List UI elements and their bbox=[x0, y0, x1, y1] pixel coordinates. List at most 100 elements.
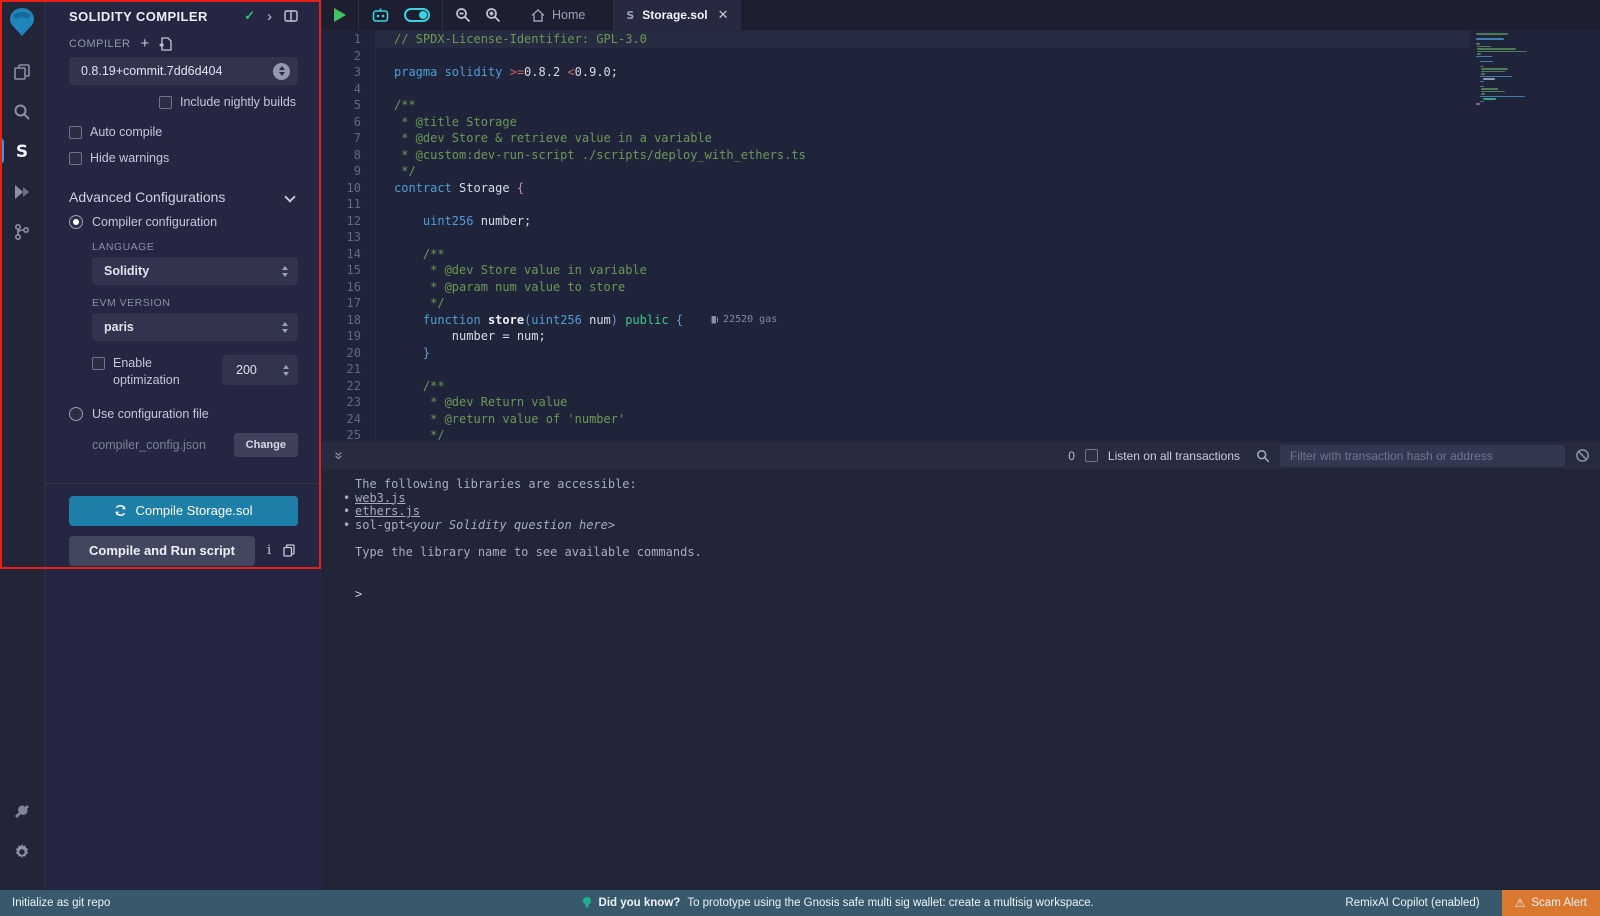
code-line: 25 */ bbox=[322, 427, 1470, 442]
include-nightly-label: Include nightly builds bbox=[180, 95, 296, 109]
enable-optimization-row[interactable]: Enable optimization bbox=[92, 355, 193, 389]
version-stepper-icon bbox=[273, 63, 290, 80]
collapse-terminal-icon[interactable]: » bbox=[331, 449, 348, 463]
include-nightly-checkbox[interactable] bbox=[159, 96, 172, 109]
advanced-configurations-header[interactable]: Advanced Configurations bbox=[69, 189, 298, 205]
auto-compile-checkbox-row[interactable]: Auto compile bbox=[69, 125, 298, 139]
file-explorer-icon[interactable] bbox=[0, 52, 45, 92]
code-line: 17 */ bbox=[322, 295, 1470, 312]
collapse-panel-icon[interactable]: › bbox=[267, 9, 272, 24]
number-stepper-icon[interactable] bbox=[283, 365, 289, 376]
solidity-file-icon: S bbox=[626, 9, 634, 22]
listen-all-transactions-checkbox[interactable] bbox=[1085, 449, 1098, 462]
code-line: 3pragma solidity >=0.8.2 <0.9.0; bbox=[322, 64, 1470, 81]
transaction-filter-input[interactable] bbox=[1280, 445, 1565, 467]
code-line: 10contract Storage { bbox=[322, 180, 1470, 197]
terminal-prompt[interactable]: > bbox=[355, 588, 1600, 602]
compiler-configuration-radio-row[interactable]: Compiler configuration bbox=[69, 215, 298, 229]
code-line: 21 bbox=[322, 361, 1470, 378]
compile-success-check-icon: ✓ bbox=[244, 8, 255, 24]
evm-version-label: EVM VERSION bbox=[92, 297, 298, 309]
copy-icon[interactable] bbox=[283, 544, 295, 557]
did-you-know-text: To prototype using the Gnosis safe multi… bbox=[687, 897, 1094, 909]
compile-and-run-button[interactable]: Compile and Run script bbox=[69, 536, 255, 566]
code-line: 23 * @dev Return value bbox=[322, 394, 1470, 411]
listen-all-transactions-label: Listen on all transactions bbox=[1108, 449, 1240, 463]
home-tab[interactable]: Home bbox=[515, 8, 601, 22]
code-line: 1// SPDX-License-Identifier: GPL-3.0 bbox=[322, 31, 1470, 48]
plugin-manager-icon[interactable] bbox=[0, 792, 45, 832]
hide-warnings-label: Hide warnings bbox=[90, 151, 169, 165]
code-line: 15 * @dev Store value in variable bbox=[322, 262, 1470, 279]
terminal-lines: The following libraries are accessible:•… bbox=[355, 478, 1600, 559]
code-line: 5/** bbox=[322, 97, 1470, 114]
init-git-repo-status[interactable]: Initialize as git repo bbox=[0, 897, 330, 909]
compiler-version-value: 0.8.19+commit.7dd6d404 bbox=[81, 64, 273, 78]
enable-optimization-checkbox[interactable] bbox=[92, 357, 105, 370]
terminal-library-link[interactable]: • ethers.js bbox=[355, 505, 1600, 519]
code-editor[interactable]: 1// SPDX-License-Identifier: GPL-3.023pr… bbox=[322, 30, 1600, 442]
scam-alert-badge[interactable]: ⚠ Scam Alert bbox=[1502, 890, 1600, 916]
language-select[interactable]: Solidity bbox=[92, 257, 298, 285]
use-configuration-file-radio-row[interactable]: Use configuration file bbox=[69, 407, 298, 421]
hide-warnings-checkbox-row[interactable]: Hide warnings bbox=[69, 151, 298, 165]
optimization-runs-value: 200 bbox=[236, 363, 283, 377]
remix-logo[interactable] bbox=[7, 6, 37, 38]
lightbulb-icon bbox=[582, 896, 592, 910]
rail-bottom-group bbox=[0, 792, 45, 872]
use-configuration-file-radio[interactable] bbox=[69, 407, 83, 421]
hide-warnings-checkbox[interactable] bbox=[69, 152, 82, 165]
deploy-run-icon[interactable] bbox=[0, 172, 45, 212]
code-line: 16 * @param num value to store bbox=[322, 279, 1470, 296]
tab-bar: Home S Storage.sol ✕ bbox=[322, 0, 1600, 30]
code-lines: 1// SPDX-License-Identifier: GPL-3.023pr… bbox=[322, 31, 1470, 442]
transaction-count: 0 bbox=[1068, 449, 1075, 463]
zoom-in-icon[interactable] bbox=[485, 7, 501, 23]
compiler-version-select[interactable]: 0.8.19+commit.7dd6d404 bbox=[69, 57, 298, 85]
clear-console-icon[interactable] bbox=[1575, 448, 1590, 463]
terminal-library-link[interactable]: • web3.js bbox=[355, 492, 1600, 506]
code-line: 12 uint256 number; bbox=[322, 213, 1470, 230]
git-icon[interactable] bbox=[0, 212, 45, 252]
tab-storage-sol[interactable]: S Storage.sol ✕ bbox=[614, 0, 740, 30]
enable-optimization-label: Enable optimization bbox=[113, 355, 193, 389]
warning-icon: ⚠ bbox=[1515, 896, 1526, 910]
split-view-icon[interactable] bbox=[284, 10, 298, 22]
language-label: LANGUAGE bbox=[92, 241, 298, 253]
add-compiler-icon[interactable]: + bbox=[140, 36, 149, 51]
info-icon[interactable]: i bbox=[267, 543, 271, 558]
compiler-configuration-label: Compiler configuration bbox=[92, 215, 217, 229]
close-tab-icon[interactable]: ✕ bbox=[718, 7, 729, 23]
settings-icon[interactable] bbox=[0, 832, 45, 872]
auto-compile-checkbox[interactable] bbox=[69, 126, 82, 139]
compiler-configuration-radio[interactable] bbox=[69, 215, 83, 229]
change-config-button[interactable]: Change bbox=[234, 433, 298, 457]
code-line: 4 bbox=[322, 81, 1470, 98]
evm-version-select[interactable]: paris bbox=[92, 313, 298, 341]
search-icon[interactable] bbox=[0, 92, 45, 132]
include-nightly-checkbox-row[interactable]: Include nightly builds bbox=[159, 95, 298, 109]
solidity-compiler-icon[interactable]: S bbox=[0, 132, 45, 172]
terminal-output[interactable]: The following libraries are accessible:•… bbox=[322, 469, 1600, 890]
open-file-icon[interactable] bbox=[159, 37, 172, 51]
ai-copilot-robot-icon[interactable] bbox=[371, 7, 390, 23]
language-value: Solidity bbox=[104, 264, 282, 278]
compiler-label: COMPILER bbox=[69, 38, 130, 50]
copilot-status[interactable]: RemixAI Copilot (enabled) bbox=[1345, 897, 1479, 909]
optimization-runs-input[interactable]: 200 bbox=[222, 355, 298, 385]
did-you-know-tip: Did you know? To prototype using the Gno… bbox=[330, 896, 1345, 910]
select-arrows-icon bbox=[282, 266, 288, 277]
code-line: 11 bbox=[322, 196, 1470, 213]
solidity-compiler-panel: SOLIDITY COMPILER ✓ › COMPILER + 0 bbox=[45, 0, 322, 890]
terminal-blank-line bbox=[355, 532, 1600, 546]
auto-compile-label: Auto compile bbox=[90, 125, 162, 139]
zoom-out-icon[interactable] bbox=[455, 7, 471, 23]
editor-minimap[interactable] bbox=[1476, 33, 1556, 106]
copilot-toggle[interactable] bbox=[404, 8, 430, 22]
code-line: 14 /** bbox=[322, 246, 1470, 263]
advanced-configurations-title: Advanced Configurations bbox=[69, 189, 286, 205]
code-line: 24 * @return value of 'number' bbox=[322, 411, 1470, 428]
compile-button[interactable]: Compile Storage.sol bbox=[69, 496, 298, 526]
run-script-icon[interactable] bbox=[334, 8, 346, 22]
terminal-bullet-line: • sol-gpt <your Solidity question here> bbox=[355, 519, 1600, 533]
